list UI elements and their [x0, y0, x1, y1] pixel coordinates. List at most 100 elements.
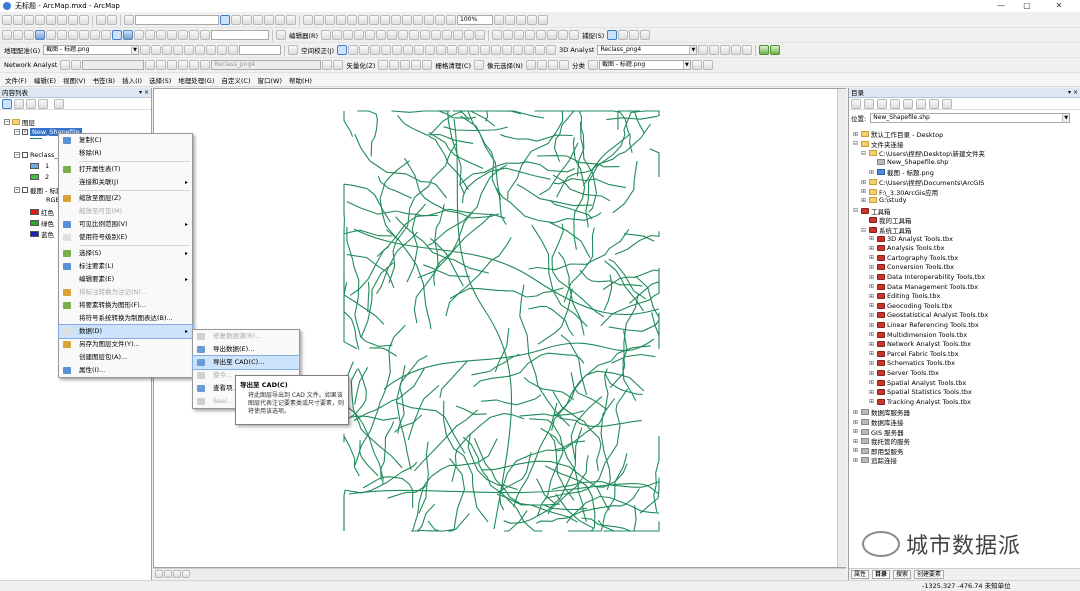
layout-tool-8-icon[interactable] [380, 15, 390, 25]
tree-expand-icon[interactable]: ⊞ [853, 447, 859, 454]
editor-tool-12-icon[interactable] [431, 30, 442, 40]
arcscene-icon[interactable] [759, 45, 770, 55]
menu-insert[interactable]: 插入(I) [122, 75, 142, 85]
editor-tool-7-icon[interactable] [376, 30, 387, 40]
print-icon[interactable] [35, 15, 45, 25]
3d-analyst-layer-combo[interactable]: Reclass_png4 ▼ [597, 45, 698, 55]
catalog-tree-item[interactable]: ⊞ Network Analyst Tools.tbx [869, 340, 971, 348]
tree-expand-icon[interactable]: ⊞ [869, 398, 875, 405]
pan-icon[interactable] [24, 30, 34, 40]
time-slider-icon[interactable] [200, 30, 210, 40]
tree-expand-icon[interactable]: ⊞ [869, 379, 875, 386]
snap-end-icon[interactable] [618, 30, 629, 40]
catalog-tree-item[interactable]: ⊞ 即用型服务 [853, 446, 904, 456]
menu-view[interactable]: 视图(V) [63, 75, 86, 85]
layout-tool-4-icon[interactable] [336, 15, 346, 25]
toc-band-green[interactable]: 绿色 [30, 218, 54, 228]
zoom-out-icon[interactable] [13, 30, 23, 40]
catalog-window-icon[interactable] [242, 15, 252, 25]
menu-file[interactable]: 文件(F) [5, 75, 27, 85]
menu-selection[interactable]: 选择(S) [149, 75, 171, 85]
editor-tool-13-icon[interactable] [442, 30, 453, 40]
tree-expand-icon[interactable]: ⊟ [861, 227, 867, 234]
catalog-tree-item[interactable]: ⊞ Linear Referencing Tools.tbx [869, 321, 979, 329]
editor-tool-10-icon[interactable] [409, 30, 420, 40]
tree-expand-icon[interactable]: ⊞ [869, 264, 875, 271]
classify-tool-2-icon[interactable] [702, 60, 713, 70]
editor-tool-16-icon[interactable] [475, 30, 486, 40]
full-extent-icon[interactable] [35, 30, 45, 40]
arcscan-tool-1-icon[interactable] [322, 60, 333, 70]
list-by-drawing-order-icon[interactable] [2, 98, 12, 109]
adjust-tool-8-icon[interactable] [425, 45, 436, 55]
raster-cleanup-label[interactable]: 栅格清理(C) [433, 60, 473, 70]
context-menu-item[interactable]: 编辑要素(E) ▸ [59, 273, 192, 286]
tree-expand-icon[interactable]: ⊟ [861, 150, 867, 157]
cell-selection-label[interactable]: 像元选择(N) [485, 60, 525, 70]
arcscan-tool-4-icon[interactable] [389, 60, 400, 70]
catalog-tree-item[interactable]: 我的工具箱 [861, 215, 912, 225]
tree-expand-icon[interactable]: ⊞ [869, 235, 875, 242]
layout-tool-5-icon[interactable] [347, 15, 357, 25]
dropdown-arrow-icon[interactable]: ▼ [131, 46, 139, 54]
catalog-tree-item[interactable]: ⊞ Spatial Statistics Tools.tbx [869, 388, 972, 396]
data-view-icon[interactable] [155, 569, 163, 578]
tree-expand-icon[interactable]: ⊞ [869, 370, 875, 377]
catalog-tree-item[interactable]: ⊞ Geocoding Tools.tbx [869, 302, 952, 310]
cut-icon[interactable] [46, 15, 56, 25]
adjust-tool-14-icon[interactable] [491, 45, 502, 55]
paste-icon[interactable] [68, 15, 78, 25]
layout-tool-18-icon[interactable] [527, 15, 537, 25]
editor-tool-24-icon[interactable] [569, 30, 580, 40]
catalog-tree-item[interactable]: ⊞ 我托管的服务 [853, 436, 910, 447]
editor-combo[interactable] [211, 30, 269, 40]
georef-tool-8-icon[interactable] [217, 45, 228, 55]
snap-point-icon[interactable] [607, 30, 618, 40]
na-tool-2-icon[interactable] [71, 60, 82, 70]
python-window-icon[interactable] [275, 15, 285, 25]
forward-arrow-icon[interactable] [864, 98, 874, 109]
georef-scale-combo[interactable] [239, 45, 282, 55]
clear-selection-icon[interactable] [101, 30, 111, 40]
tree-expand-icon[interactable]: ⊞ [869, 254, 875, 261]
catalog-tree-item[interactable]: ⊞ GIS 服务器 [853, 427, 904, 437]
tab-properties[interactable]: 属性 [851, 570, 870, 579]
fixed-zoom-out-icon[interactable] [57, 30, 67, 40]
spatial-adjust-icon[interactable] [288, 45, 299, 55]
3d-tool-2-icon[interactable] [709, 45, 720, 55]
catalog-tree-item[interactable]: ⊞ Data Management Tools.tbx [869, 283, 978, 291]
redo-icon[interactable] [107, 15, 117, 25]
context-menu-item[interactable]: 缩放至图层(Z) [59, 192, 192, 205]
catalog-tree-item[interactable]: ⊞ Spatial Analyst Tools.tbx [869, 379, 966, 387]
layout-tool-17-icon[interactable] [516, 15, 526, 25]
menu-windows[interactable]: 窗口(W) [258, 75, 283, 85]
tree-expand-icon[interactable]: ⊞ [861, 179, 867, 186]
classification-label[interactable]: 分类 [570, 60, 587, 70]
copy-icon[interactable] [57, 15, 67, 25]
arcscan-tool-5-icon[interactable] [400, 60, 411, 70]
table-of-contents-icon[interactable] [231, 15, 241, 25]
pause-drawing-icon[interactable] [182, 569, 190, 578]
fixed-zoom-in-icon[interactable] [46, 30, 56, 40]
tree-expand-icon[interactable]: ⊞ [869, 341, 875, 348]
list-by-source-icon[interactable] [14, 98, 24, 109]
toc-pin-close-icon[interactable]: ▾ × [139, 88, 149, 98]
catalog-tree-item[interactable]: ⊟ C:\Users\捏捏\Desktop\新建文件夹 [861, 148, 985, 159]
tree-expand-icon[interactable]: ⊞ [869, 169, 875, 176]
list-by-selection-icon[interactable] [38, 98, 48, 109]
catalog-pin-close-icon[interactable]: ▾ × [1068, 88, 1078, 98]
select-elements-icon[interactable] [112, 30, 122, 40]
editor-tool-15-icon[interactable] [464, 30, 475, 40]
catalog-tree-item[interactable]: ⊟ 文件夹连接 [853, 139, 904, 149]
adjust-tool-2-icon[interactable] [359, 45, 370, 55]
catalog-tree-item[interactable]: ⊞ Cartography Tools.tbx [869, 254, 958, 262]
adjust-tool-4-icon[interactable] [381, 45, 392, 55]
arcscan-tool-6-icon[interactable] [411, 60, 422, 70]
tree-expand-icon[interactable]: ⊞ [853, 131, 859, 138]
adjust-tool-19-icon[interactable] [546, 45, 557, 55]
tree-expand-icon[interactable]: ⊟ [853, 140, 859, 147]
arcscan-tool-7-icon[interactable] [422, 60, 433, 70]
zoom-in-icon[interactable] [2, 30, 12, 40]
collapse-icon[interactable]: − [4, 119, 10, 125]
catalog-tree-item[interactable]: ⊞ C:\Users\捏捏\Documents\ArcGIS [861, 177, 984, 188]
